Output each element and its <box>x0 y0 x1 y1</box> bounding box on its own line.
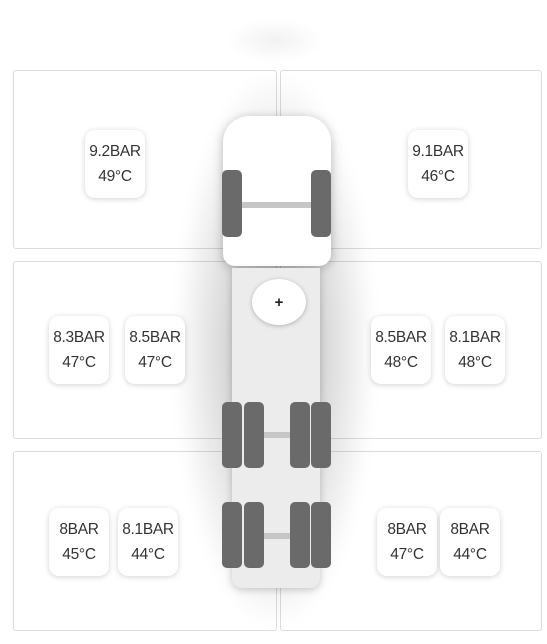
tyre-card-rear-right-outer[interactable]: 8BAR 44°C <box>440 508 500 576</box>
rear-right-inner-wheel[interactable] <box>290 502 310 568</box>
tyre-temperature: 47°C <box>390 546 424 563</box>
front-axle <box>240 202 316 208</box>
tyre-temperature: 47°C <box>138 354 172 371</box>
tyre-temperature: 48°C <box>458 354 492 371</box>
tyre-card-front-right[interactable]: 9.1BAR 46°C <box>408 130 468 198</box>
tyre-pressure: 9.2BAR <box>89 143 141 160</box>
add-button[interactable]: + <box>252 279 306 325</box>
tyre-card-mid-right-outer[interactable]: 8.1BAR 48°C <box>445 316 505 384</box>
tyre-card-rear-left-outer[interactable]: 8BAR 45°C <box>49 508 109 576</box>
tyre-temperature: 49°C <box>98 168 132 185</box>
rear-left-outer-wheel[interactable] <box>222 502 242 568</box>
tyre-pressure: 8BAR <box>450 521 490 538</box>
tyre-temperature: 44°C <box>453 546 487 563</box>
tyre-pressure: 8BAR <box>59 521 99 538</box>
tyre-pressure: 8BAR <box>387 521 427 538</box>
mid-right-outer-wheel[interactable] <box>311 402 331 468</box>
tyre-pressure: 8.1BAR <box>449 329 501 346</box>
tyre-temperature: 47°C <box>62 354 96 371</box>
tyre-temperature: 44°C <box>131 546 165 563</box>
tyre-pressure: 8.5BAR <box>129 329 181 346</box>
tyre-card-mid-right-inner[interactable]: 8.5BAR 48°C <box>371 316 431 384</box>
tyre-temperature: 46°C <box>421 168 455 185</box>
header-shadow <box>225 18 325 63</box>
plus-icon: + <box>274 293 284 311</box>
tyre-card-mid-left-outer[interactable]: 8.3BAR 47°C <box>49 316 109 384</box>
tyre-card-mid-left-inner[interactable]: 8.5BAR 47°C <box>125 316 185 384</box>
front-right-wheel[interactable] <box>311 170 331 237</box>
tyre-card-rear-right-inner[interactable]: 8BAR 47°C <box>377 508 437 576</box>
tyre-pressure: 8.3BAR <box>53 329 105 346</box>
rear-right-outer-wheel[interactable] <box>311 502 331 568</box>
front-left-wheel[interactable] <box>222 170 242 237</box>
mid-right-inner-wheel[interactable] <box>290 402 310 468</box>
tyre-card-rear-left-inner[interactable]: 8.1BAR 44°C <box>118 508 178 576</box>
tyre-temperature: 45°C <box>62 546 96 563</box>
mid-left-inner-wheel[interactable] <box>244 402 264 468</box>
tyre-card-front-left[interactable]: 9.2BAR 49°C <box>85 130 145 198</box>
rear-left-inner-wheel[interactable] <box>244 502 264 568</box>
tyre-pressure: 8.5BAR <box>375 329 427 346</box>
tyre-pressure: 9.1BAR <box>412 143 464 160</box>
mid-left-outer-wheel[interactable] <box>222 402 242 468</box>
tyre-temperature: 48°C <box>384 354 418 371</box>
tyre-pressure: 8.1BAR <box>122 521 174 538</box>
